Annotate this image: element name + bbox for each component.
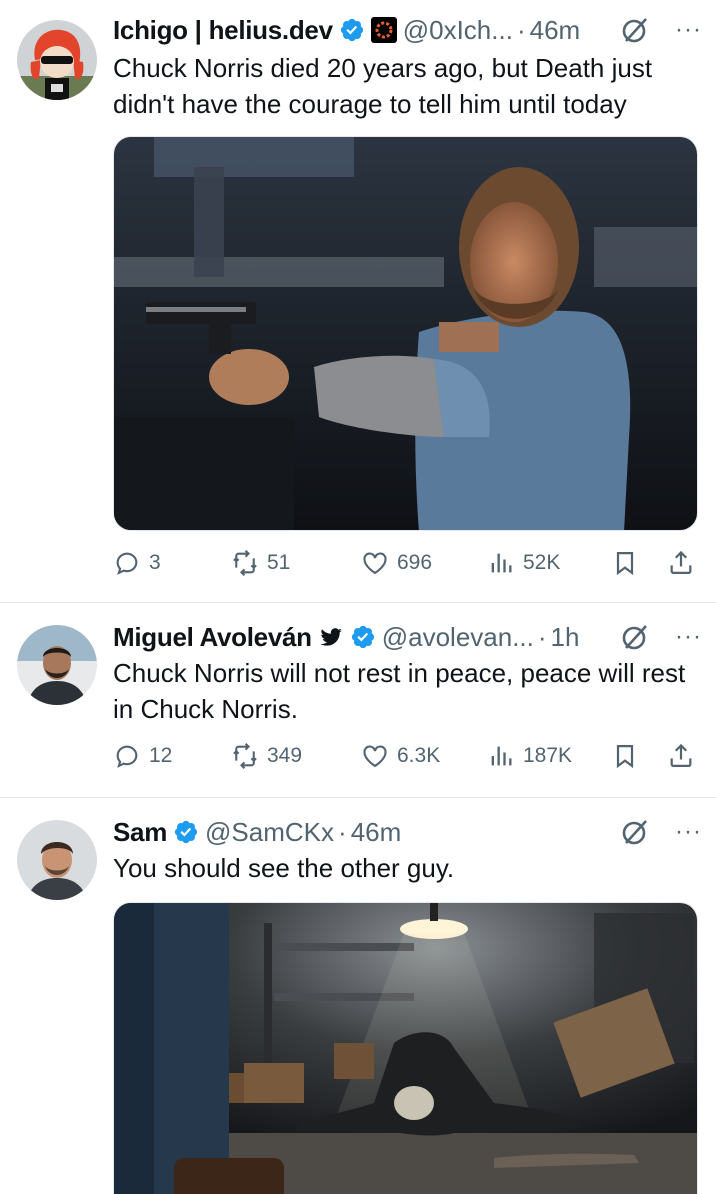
tweet-image[interactable]: [113, 136, 698, 531]
bookmark-button[interactable]: [611, 742, 639, 770]
separator-dot: ·: [516, 14, 526, 45]
views-icon: [491, 553, 512, 573]
views-count: 52K: [523, 551, 561, 574]
grok-icon[interactable]: [620, 817, 650, 847]
like-icon: [363, 745, 387, 768]
bird-icon: [319, 628, 342, 646]
like-count: 6.3K: [397, 744, 441, 767]
divider: [0, 602, 716, 603]
reply-icon: [116, 552, 138, 575]
tweet-image[interactable]: [113, 902, 698, 1194]
grok-icon[interactable]: [620, 15, 650, 45]
share-icon: [670, 743, 692, 768]
timestamp[interactable]: 46m: [351, 817, 402, 848]
tweet-header: Sam @SamCKx · 46m ···: [113, 812, 702, 852]
affiliate-badge-icon[interactable]: [370, 17, 397, 43]
share-icon: [670, 550, 692, 575]
user-handle[interactable]: @SamCKx: [205, 817, 334, 848]
repost-icon: [233, 743, 257, 769]
tweet-actions: 12 349 6.3K 187K: [113, 736, 698, 776]
like-icon: [363, 552, 387, 575]
like-button[interactable]: 696: [361, 549, 432, 577]
timestamp[interactable]: 46m: [530, 15, 581, 46]
tweet-text: You should see the other guy.: [113, 853, 455, 883]
reply-button[interactable]: 12: [113, 742, 172, 770]
avatar[interactable]: [17, 820, 97, 900]
like-button[interactable]: 6.3K: [361, 742, 440, 770]
verified-badge-icon[interactable]: [173, 819, 199, 845]
views-button[interactable]: 52K: [487, 549, 560, 577]
avatar[interactable]: [17, 20, 97, 100]
more-options-icon[interactable]: ···: [672, 623, 702, 651]
reply-button[interactable]: 3: [113, 549, 161, 577]
display-name[interactable]: Ichigo | helius.dev: [113, 15, 333, 46]
reply-count: 3: [149, 551, 161, 574]
views-icon: [491, 746, 512, 766]
verified-badge-icon[interactable]: [339, 17, 365, 43]
more-options-icon[interactable]: ···: [672, 16, 702, 44]
repost-count: 51: [267, 551, 291, 574]
separator-dot: ·: [537, 621, 547, 652]
timestamp[interactable]: 1h: [551, 622, 580, 653]
views-count: 187K: [523, 744, 573, 767]
tweet-text: Chuck Norris will not rest in peace, pea…: [113, 658, 686, 724]
display-name[interactable]: Miguel Avoleván: [113, 622, 312, 653]
views-button[interactable]: 187K: [487, 742, 572, 770]
verified-badge-icon[interactable]: [350, 624, 376, 650]
user-handle[interactable]: @0xIch...: [403, 15, 513, 46]
more-options-icon[interactable]: ···: [672, 818, 702, 846]
tweet-header: Miguel Avoleván @avolevan... · 1h ···: [113, 617, 702, 657]
repost-count: 349: [267, 744, 303, 767]
divider: [0, 797, 716, 798]
repost-button[interactable]: 51: [231, 549, 290, 577]
repost-button[interactable]: 349: [231, 742, 302, 770]
bookmark-icon: [616, 744, 634, 769]
display-name[interactable]: Sam: [113, 817, 167, 848]
avatar[interactable]: [17, 625, 97, 705]
tweet-text: Chuck Norris died 20 years ago, but Deat…: [113, 53, 653, 119]
reply-count: 12: [149, 744, 173, 767]
bookmark-button[interactable]: [611, 549, 639, 577]
share-button[interactable]: [667, 549, 695, 577]
grok-icon[interactable]: [620, 622, 650, 652]
share-button[interactable]: [667, 742, 695, 770]
separator-dot: ·: [338, 816, 347, 847]
bookmark-icon: [616, 551, 634, 576]
repost-icon: [233, 550, 257, 576]
like-count: 696: [397, 551, 433, 574]
tweet-actions: 3 51 696 52K: [113, 543, 698, 583]
user-handle[interactable]: @avolevan...: [382, 622, 534, 653]
reply-icon: [116, 745, 138, 768]
tweet-header: Ichigo | helius.dev @0xIch... · 46m ···: [113, 10, 702, 50]
